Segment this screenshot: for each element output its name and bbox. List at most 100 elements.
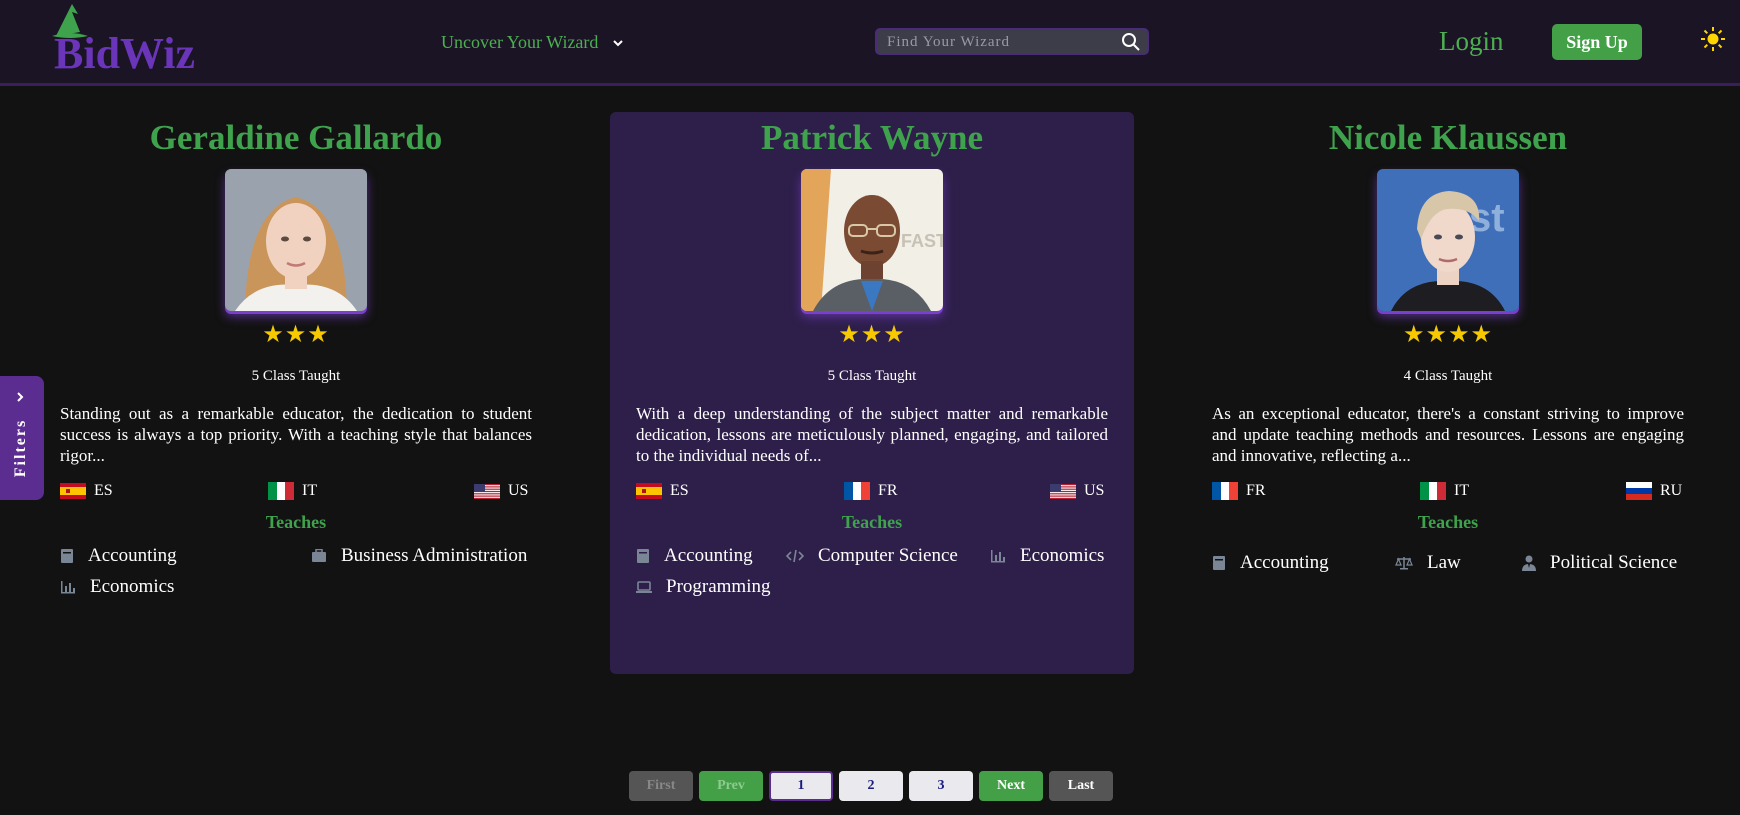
rating-stars: ★★★ bbox=[262, 320, 330, 348]
login-link[interactable]: Login bbox=[1439, 26, 1504, 57]
subject-label: Political Science bbox=[1550, 552, 1678, 573]
subject-item[interactable]: Computer Science bbox=[786, 545, 958, 567]
chevron-right-icon bbox=[17, 392, 24, 402]
uncover-wizard-dropdown[interactable]: Uncover Your Wizard bbox=[441, 32, 626, 53]
subject-label: Accounting bbox=[1240, 552, 1329, 573]
language-item: US bbox=[474, 482, 528, 500]
first-page-button[interactable]: First bbox=[629, 771, 693, 801]
search-input[interactable] bbox=[887, 32, 1107, 52]
language-item: FR bbox=[844, 482, 898, 500]
subject-item[interactable]: Accounting bbox=[60, 545, 177, 567]
language-code: ES bbox=[94, 482, 113, 499]
subject-label: Accounting bbox=[664, 545, 753, 566]
subject-item[interactable]: Accounting bbox=[636, 545, 753, 567]
language-code: FR bbox=[878, 482, 898, 499]
it-flag-icon bbox=[268, 482, 294, 500]
subject-item[interactable]: Programming bbox=[636, 576, 771, 598]
next-page-button[interactable]: Next bbox=[979, 771, 1043, 801]
language-item: RU bbox=[1626, 482, 1682, 500]
teaches-heading: Teaches bbox=[265, 512, 327, 532]
signup-button[interactable]: Sign Up bbox=[1552, 24, 1642, 60]
briefcase-icon bbox=[312, 549, 326, 562]
avatar bbox=[225, 169, 367, 311]
subject-label: Law bbox=[1427, 552, 1461, 573]
classes-taught: 5 Class Taught bbox=[827, 368, 917, 384]
book-icon bbox=[61, 549, 73, 563]
language-item: IT bbox=[268, 482, 317, 500]
wizard-name[interactable]: Nicole Klaussen bbox=[1186, 118, 1710, 158]
fr-flag-icon bbox=[844, 482, 870, 500]
avatar: st bbox=[1377, 169, 1519, 311]
language-code: US bbox=[1084, 482, 1105, 499]
book-icon bbox=[637, 549, 649, 563]
language-list: ES IT US bbox=[60, 482, 532, 504]
language-item: ES bbox=[636, 482, 689, 500]
wizard-description: With a deep understanding of the subject… bbox=[636, 404, 1108, 465]
language-item: FR bbox=[1212, 482, 1266, 500]
rating-stars: ★★★★ bbox=[1402, 320, 1494, 348]
language-code: FR bbox=[1246, 482, 1266, 499]
laptop-icon bbox=[636, 581, 652, 593]
page-2-button[interactable]: 2 bbox=[839, 771, 903, 801]
subject-label: Programming bbox=[666, 576, 771, 597]
wizard-card[interactable]: Geraldine Gallardo ★★★ 5 Class Taught St… bbox=[34, 112, 558, 674]
language-code: IT bbox=[1454, 482, 1470, 499]
bar-chart-icon bbox=[61, 581, 75, 594]
subject-label: Economics bbox=[90, 576, 175, 597]
wizard-description: Standing out as a remarkable educator, t… bbox=[60, 404, 532, 465]
language-item: ES bbox=[60, 482, 113, 500]
svg-text:FASTI: FASTI bbox=[901, 231, 943, 251]
subject-item[interactable]: Accounting bbox=[1212, 552, 1329, 574]
wizard-card[interactable]: Patrick Wayne FASTI ★★★ 5 Class Taught W… bbox=[610, 112, 1134, 674]
subject-item[interactable]: Political Science bbox=[1522, 552, 1677, 574]
sun-icon[interactable] bbox=[1700, 26, 1726, 52]
bar-chart-icon bbox=[991, 550, 1005, 563]
subject-item[interactable]: Economics bbox=[60, 576, 174, 598]
rating-stars: ★★★ bbox=[838, 320, 906, 348]
logo[interactable]: BidWiz bbox=[50, 2, 210, 80]
search-icon[interactable] bbox=[1121, 32, 1141, 52]
uncover-wizard-label: Uncover Your Wizard bbox=[441, 32, 599, 52]
fr-flag-icon bbox=[1212, 482, 1238, 500]
language-code: ES bbox=[670, 482, 689, 499]
subject-item[interactable]: Business Administration bbox=[311, 545, 527, 567]
wizard-card[interactable]: Nicole Klaussen st ★★★★ 4 Class Taught A… bbox=[1186, 112, 1710, 674]
language-code: US bbox=[508, 482, 529, 499]
language-list: FR IT RU bbox=[1212, 482, 1684, 504]
language-list: ES FR US bbox=[636, 482, 1108, 504]
chevron-down-icon bbox=[613, 39, 624, 46]
es-flag-icon bbox=[60, 483, 86, 499]
teaches-heading: Teaches bbox=[841, 512, 903, 532]
wizard-description: As an exceptional educator, there's a co… bbox=[1212, 404, 1684, 465]
us-flag-icon bbox=[474, 483, 500, 499]
scale-icon bbox=[1395, 557, 1413, 570]
subject-label: Computer Science bbox=[818, 545, 958, 566]
last-page-button[interactable]: Last bbox=[1049, 771, 1113, 801]
classes-taught: 5 Class Taught bbox=[251, 368, 341, 384]
book-icon bbox=[1213, 556, 1225, 570]
subject-label: Accounting bbox=[88, 545, 177, 566]
subject-label: Economics bbox=[1020, 545, 1105, 566]
avatar: FASTI bbox=[801, 169, 943, 311]
language-item: IT bbox=[1420, 482, 1469, 500]
us-flag-icon bbox=[1050, 483, 1076, 499]
page-3-button[interactable]: 3 bbox=[909, 771, 973, 801]
filters-label: Filters bbox=[12, 418, 29, 478]
wizard-name[interactable]: Geraldine Gallardo bbox=[34, 118, 558, 158]
subject-label: Business Administration bbox=[341, 545, 528, 566]
classes-taught: 4 Class Taught bbox=[1403, 368, 1493, 384]
user-tie-icon bbox=[1522, 555, 1536, 571]
es-flag-icon bbox=[636, 483, 662, 499]
ru-flag-icon bbox=[1626, 482, 1652, 500]
page-1-button[interactable]: 1 bbox=[769, 771, 833, 801]
teaches-heading: Teaches bbox=[1417, 512, 1479, 532]
subject-item[interactable]: Law bbox=[1395, 552, 1461, 574]
wizard-name[interactable]: Patrick Wayne bbox=[610, 118, 1134, 158]
language-code: IT bbox=[302, 482, 318, 499]
logo-text: BidWiz bbox=[54, 29, 196, 78]
it-flag-icon bbox=[1420, 482, 1446, 500]
top-navbar: BidWiz Uncover Your Wizard Login Sign Up bbox=[0, 0, 1740, 86]
subject-item[interactable]: Economics bbox=[990, 545, 1104, 567]
prev-page-button[interactable]: Prev bbox=[699, 771, 763, 801]
language-code: RU bbox=[1660, 482, 1683, 499]
